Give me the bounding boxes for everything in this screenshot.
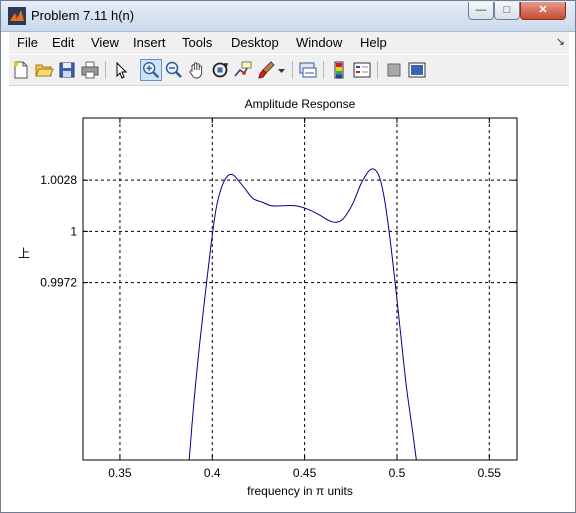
zoom-out-icon[interactable] [164, 60, 184, 80]
x-tick-label: 0.55 [478, 466, 502, 480]
rotate-3d-icon[interactable] [210, 60, 230, 80]
x-tick-label: 0.5 [389, 466, 406, 480]
figure-toolbar [9, 55, 569, 86]
legend-icon[interactable] [352, 60, 372, 80]
toolbar-separator [377, 61, 378, 79]
amplitude-response-plot[interactable]: 0.35 0.4 0.45 0.5 0.55 0.9972 1 1.0028 Amplitud… [9, 86, 569, 506]
link-plot-icon[interactable] [298, 60, 318, 80]
toolbar-separator [105, 61, 106, 79]
menu-file[interactable]: File [17, 35, 38, 50]
y-tick-label: 1.0028 [40, 173, 77, 187]
menu-window[interactable]: Window [296, 35, 342, 50]
menu-bar: File Edit View Insert Tools Desktop Wind… [9, 32, 569, 54]
maximize-button[interactable]: □ [494, 2, 520, 20]
pointer-icon[interactable] [111, 60, 131, 80]
close-button[interactable]: ✕ [520, 2, 566, 20]
figure-window: Problem 7.11 h(n) — □ ✕ File Edit View I… [0, 0, 576, 513]
colorbar-icon[interactable] [329, 60, 349, 80]
new-figure-icon[interactable] [11, 60, 31, 80]
save-icon[interactable] [57, 60, 77, 80]
menubar-dock-arrow-icon[interactable]: ↘ [556, 35, 565, 48]
toolbar-separator [323, 61, 324, 79]
menu-desktop[interactable]: Desktop [231, 35, 279, 50]
menu-help[interactable]: Help [360, 35, 387, 50]
figure-canvas[interactable]: 0.35 0.4 0.45 0.5 0.55 0.9972 1 1.0028 Amplitud… [9, 86, 569, 506]
menu-insert[interactable]: Insert [133, 35, 166, 50]
pan-icon[interactable] [187, 60, 207, 80]
brush-dropdown-arrow-icon[interactable] [277, 60, 286, 80]
x-tick-label: 0.4 [204, 466, 221, 480]
brush-icon[interactable] [256, 60, 276, 80]
y-axis-label: 上 [18, 246, 30, 260]
x-axis-label: frequency in π units [247, 484, 353, 498]
menu-tools[interactable]: Tools [182, 35, 212, 50]
show-plot-tools-icon[interactable] [407, 60, 427, 80]
zoom-in-icon[interactable] [140, 59, 162, 81]
axes-area[interactable] [82, 117, 518, 461]
toolbar-separator [292, 61, 293, 79]
chart-title: Amplitude Response [245, 97, 356, 111]
print-icon[interactable] [80, 60, 100, 80]
menu-edit[interactable]: Edit [52, 35, 74, 50]
matlab-logo-icon [8, 7, 26, 25]
x-tick-label: 0.45 [293, 466, 317, 480]
title-bar[interactable]: Problem 7.11 h(n) — □ ✕ [1, 1, 575, 32]
data-cursor-icon[interactable] [233, 60, 253, 80]
y-tick-label: 0.9972 [40, 276, 77, 290]
open-file-icon[interactable] [34, 60, 54, 80]
minimize-button[interactable]: — [468, 2, 494, 20]
window-title: Problem 7.11 h(n) [31, 8, 135, 23]
hide-plot-tools-icon[interactable] [384, 60, 404, 80]
x-tick-label: 0.35 [108, 466, 132, 480]
menu-view[interactable]: View [91, 35, 119, 50]
y-tick-label: 1 [70, 224, 77, 238]
